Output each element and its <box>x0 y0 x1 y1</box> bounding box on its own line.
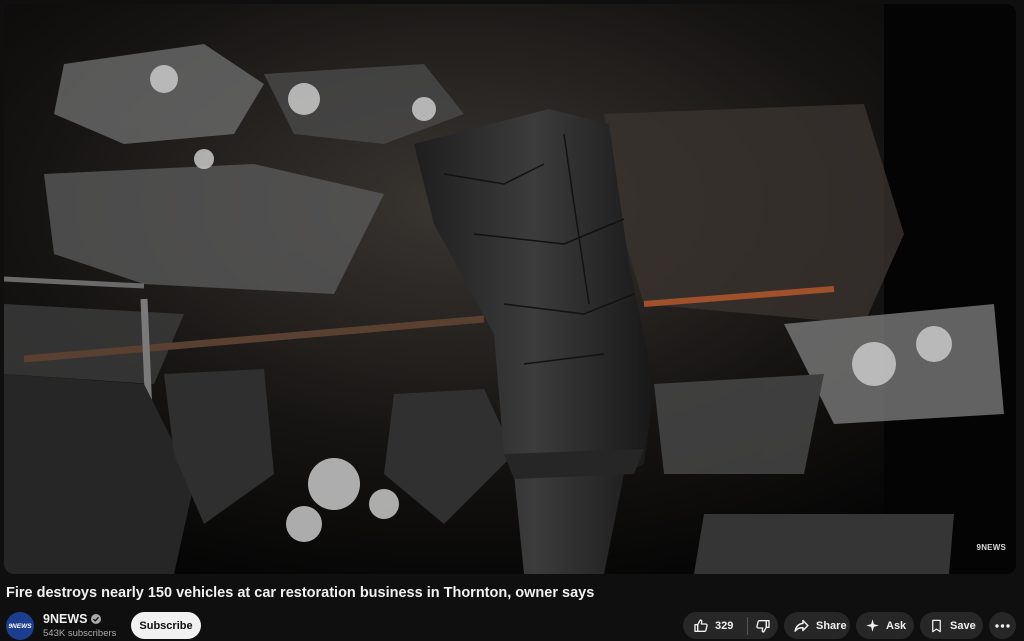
avatar-text: 9NEWS <box>8 622 32 630</box>
channel-watermark: 9NEWS <box>976 543 1006 552</box>
video-frame <box>4 4 1016 574</box>
checkmark-badge-icon <box>91 614 102 624</box>
subscriber-count: 543K subscribers <box>43 628 117 639</box>
video-title: Fire destroys nearly 150 vehicles at car… <box>6 585 595 601</box>
share-label: Share <box>816 619 847 632</box>
channel-row: 9NEWS 9NEWS 543K subscribers Subscribe 3… <box>0 610 1024 641</box>
channel-avatar[interactable]: 9NEWS <box>6 612 34 640</box>
save-button[interactable]: Save <box>920 612 983 639</box>
like-button[interactable]: 329 <box>683 612 747 639</box>
bookmark-icon <box>932 619 941 632</box>
sparkle-icon <box>866 619 879 632</box>
dislike-button[interactable] <box>748 612 778 639</box>
thumbs-down-icon <box>756 619 770 633</box>
channel-name: 9NEWS <box>43 612 88 626</box>
channel-name-link[interactable]: 9NEWS <box>43 612 102 626</box>
ask-label: Ask <box>886 619 907 632</box>
more-horizontal-icon <box>995 623 1010 628</box>
share-button[interactable]: Share <box>784 612 850 639</box>
ask-button[interactable]: Ask <box>856 612 914 639</box>
thumbs-up-icon <box>694 618 708 632</box>
video-player[interactable]: 9NEWS <box>4 4 1016 574</box>
subscribe-button[interactable]: Subscribe <box>131 612 201 639</box>
more-actions-button[interactable] <box>989 612 1016 639</box>
like-dislike-group: 329 <box>683 612 778 639</box>
share-arrow-icon <box>794 619 809 632</box>
like-count: 329 <box>715 619 734 632</box>
save-label: Save <box>950 619 976 632</box>
